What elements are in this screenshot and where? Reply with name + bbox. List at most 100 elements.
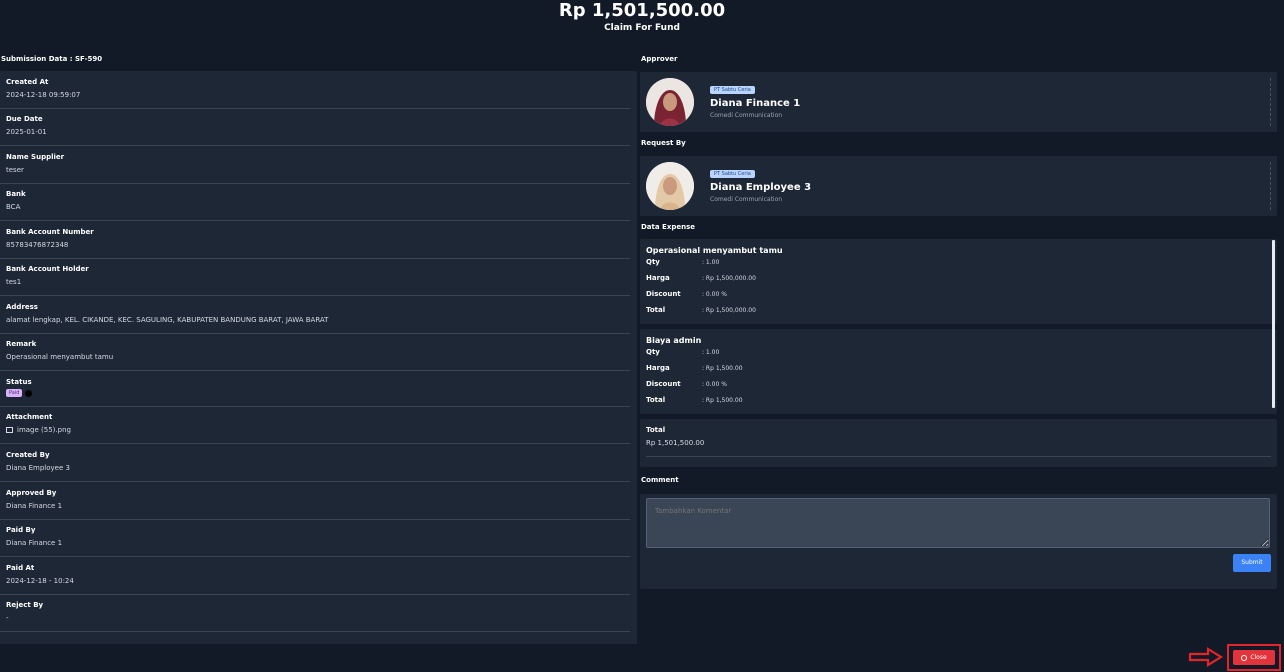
field-value: teser	[6, 166, 24, 174]
expense-item-title: Biaya admin	[646, 336, 702, 345]
field-value: BCA	[6, 203, 21, 211]
field-label: Bank Account Holder	[6, 265, 89, 273]
approver-name: Diana Finance 1	[710, 98, 801, 109]
field-bank: Bank BCA	[0, 183, 630, 221]
field-label: Reject By	[6, 601, 44, 609]
approver-card: PT Sabtu Ceria Diana Finance 1 Comedi Co…	[640, 72, 1277, 132]
field-reject-by: Reject By -	[0, 594, 630, 632]
info-icon[interactable]	[25, 389, 33, 397]
expense-scrollbar[interactable]	[1272, 240, 1275, 408]
field-label: Created By	[6, 451, 50, 459]
expense-item: Operasional menyambut tamu Qty : 1.00 Har…	[640, 239, 1277, 324]
requester-org: Comedi Communication	[710, 196, 783, 203]
field-label: Bank Account Number	[6, 228, 94, 236]
field-created-by: Created By Diana Employee 3	[0, 444, 630, 482]
expense-qty-row: Qty : 1.00	[646, 348, 719, 356]
expense-total-row: Total : Rp 1,500,000.00	[646, 306, 756, 314]
requester-card: PT Sabtu Ceria Diana Employee 3 Comedi C…	[640, 156, 1277, 216]
field-approved-by: Approved By Diana Finance 1	[0, 482, 630, 520]
row-key: Discount	[646, 380, 681, 388]
close-highlight: Close	[1227, 644, 1281, 671]
expense-item-title: Operasional menyambut tamu	[646, 246, 783, 255]
field-value: 2024-12-18 09:59:07	[6, 91, 81, 99]
status-badge: Paid	[6, 389, 23, 397]
field-paid-by: Paid By Diana Finance 1	[0, 519, 630, 557]
comment-input[interactable]	[646, 498, 1270, 548]
field-value: tes1	[6, 278, 22, 286]
company-badge: PT Sabtu Ceria	[710, 170, 755, 178]
claim-amount: Rp 1,501,500.00	[558, 0, 726, 21]
page-header: Rp 1,501,500.00 Claim For Fund	[0, 0, 1284, 46]
field-label: Created At	[6, 78, 49, 86]
total-label: Total	[646, 426, 666, 434]
company-badge: PT Sabtu Ceria	[710, 86, 755, 94]
avatar	[646, 162, 694, 210]
field-label: Due Date	[6, 115, 43, 123]
close-label[interactable]: Close	[1250, 654, 1266, 661]
row-key: Harga	[646, 364, 670, 372]
field-name-supplier: Name Supplier teser	[0, 146, 630, 184]
field-label: Bank	[6, 190, 26, 198]
row-value: : 1.00	[702, 259, 720, 266]
row-value: : 0.00 %	[702, 291, 727, 298]
field-label: Name Supplier	[6, 153, 65, 161]
row-value: : Rp 1,500.00	[702, 365, 743, 372]
expense-total-card: Total Rp 1,501,500.00	[640, 419, 1277, 467]
row-key: Harga	[646, 274, 670, 282]
field-value: Paid	[6, 389, 33, 397]
expense-qty-row: Qty : 1.00	[646, 258, 719, 266]
field-status: Status Paid	[0, 371, 630, 407]
row-key: Total	[646, 306, 666, 314]
field-remark: Remark Operasional menyambut tamu	[0, 333, 630, 371]
expense-discount-row: Discount : 0.00 %	[646, 380, 727, 388]
data-expense-label: Data Expense	[641, 223, 695, 231]
expense-total-row: Total : Rp 1,500.00	[646, 396, 743, 404]
close-button[interactable]: Close	[1233, 650, 1275, 665]
comment-section: Submit	[640, 473, 1277, 589]
avatar	[646, 78, 694, 126]
expense-item: Biaya admin Qty : 1.00 Harga : Rp 1,500.00…	[640, 329, 1277, 414]
row-key: Discount	[646, 290, 681, 298]
row-value: : Rp 1,500,000.00	[702, 307, 756, 314]
field-bank-account-number: Bank Account Number 85783476872348	[0, 221, 630, 259]
claim-type: Claim For Fund	[604, 23, 680, 33]
field-value: Operasional menyambut tamu	[6, 353, 114, 361]
image-file-icon	[6, 427, 13, 433]
expense-harga-row: Harga : Rp 1,500,000.00	[646, 274, 756, 282]
field-value: Diana Finance 1	[6, 539, 63, 547]
field-paid-at: Paid At 2024-12-18 - 10:24	[0, 557, 630, 595]
submission-label: Submission Data : SF-590	[1, 55, 103, 63]
divider	[1270, 78, 1271, 126]
total-value: Rp 1,501,500.00	[646, 439, 705, 447]
divider	[646, 456, 1271, 457]
field-value: 85783476872348	[6, 241, 69, 249]
approver-label: Approver	[641, 55, 678, 63]
submission-panel: Created At 2024-12-18 09:59:07 Due Date …	[0, 71, 637, 644]
requester-name: Diana Employee 3	[710, 182, 812, 193]
expense-harga-row: Harga : Rp 1,500.00	[646, 364, 743, 372]
field-address: Address alamat lengkap, KEL. CIKANDE, KE…	[0, 296, 630, 334]
submit-button[interactable]: Submit	[1233, 554, 1271, 572]
row-key: Qty	[646, 348, 660, 356]
row-value: : Rp 1,500.00	[702, 397, 743, 404]
attachment-link[interactable]: image (55).png	[6, 426, 71, 434]
field-label: Paid At	[6, 564, 35, 572]
request-by-label: Request By	[641, 139, 686, 147]
field-label: Status	[6, 378, 32, 386]
expense-discount-row: Discount : 0.00 %	[646, 290, 727, 298]
field-value: Diana Finance 1	[6, 502, 63, 510]
field-label: Paid By	[6, 526, 36, 534]
row-key: Total	[646, 396, 666, 404]
row-value: : 1.00	[702, 349, 720, 356]
row-value: : 0.00 %	[702, 381, 727, 388]
pointer-arrow-icon	[1188, 647, 1224, 667]
field-attachment: Attachment image (55).png	[0, 406, 630, 444]
row-key: Qty	[646, 258, 660, 266]
attachment-name[interactable]: image (55).png	[17, 426, 71, 434]
field-label: Remark	[6, 340, 37, 348]
field-bank-account-holder: Bank Account Holder tes1	[0, 258, 630, 296]
field-created-at: Created At 2024-12-18 09:59:07	[0, 71, 630, 109]
field-value: Diana Employee 3	[6, 464, 70, 472]
field-due-date: Due Date 2025-01-01	[0, 108, 630, 146]
row-value: : Rp 1,500,000.00	[702, 275, 756, 282]
